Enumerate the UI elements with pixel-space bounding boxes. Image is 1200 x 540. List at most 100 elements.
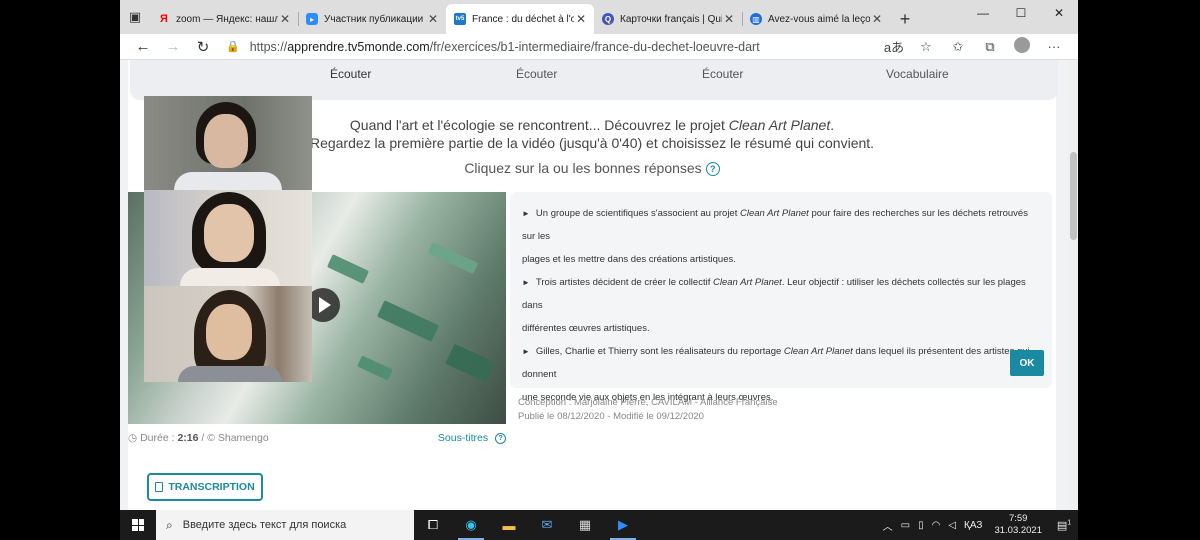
tray-chevron-icon[interactable]: ︿ <box>883 518 893 533</box>
participant-video-1 <box>144 96 312 190</box>
answer-option-1[interactable]: ► Un groupe de scientifiques s'associent … <box>522 202 1040 271</box>
taskbar-search[interactable]: ⌕ Введите здесь текст для поиска <box>156 510 414 540</box>
close-icon[interactable]: ✕ <box>278 12 292 26</box>
option-bullet-icon: ► <box>522 347 530 356</box>
usb-icon[interactable]: ▭ <box>901 520 910 531</box>
profile-avatar[interactable] <box>1006 37 1038 56</box>
tab-tv5monde[interactable]: tv5 France : du déchet à l'œu ✕ <box>446 4 594 34</box>
option-text: Un groupe de scientifiques s'associent a… <box>535 208 740 219</box>
tab-actions-icon[interactable]: ▣ <box>120 0 150 34</box>
forward-arrow-icon[interactable]: → <box>158 38 188 55</box>
ok-button[interactable]: OK <box>1010 350 1044 376</box>
tab-yandex[interactable]: Я zoom — Яндекс: нашлось ✕ <box>150 4 298 34</box>
video-meta: ◷ Durée : 2:16 / © Shamengo Sous-titres … <box>128 432 506 444</box>
url-field[interactable]: 🔒 https://apprendre.tv5monde.com/fr/exer… <box>218 36 878 58</box>
zoom-app-icon[interactable]: ▶ <box>604 510 642 540</box>
tab-title: Avez-vous aimé la leçon d <box>768 13 870 25</box>
document-icon <box>155 482 164 492</box>
edge-icon[interactable]: ◉ <box>452 510 490 540</box>
minimize-icon[interactable]: — <box>964 0 1002 26</box>
task-view-icon[interactable]: ⧠ <box>414 510 452 540</box>
subtitles-label: Sous-titres <box>437 432 489 444</box>
close-icon[interactable]: ✕ <box>722 12 736 26</box>
notification-count: 1 <box>1067 518 1072 526</box>
window-controls: — ☐ ✕ <box>964 0 1078 26</box>
help-icon[interactable]: ? <box>705 162 720 176</box>
subtitles-button[interactable]: Sous-titres ? <box>438 432 506 444</box>
intro-project-name: Clean Art Planet <box>728 117 831 133</box>
reload-icon[interactable]: ↻ <box>188 38 218 56</box>
windows-icon <box>132 519 144 531</box>
url-path: /fr/exercices/b1-intermediaire/france-du… <box>429 39 760 54</box>
option-project-name: Clean Art Planet <box>712 277 782 288</box>
video-duration: ◷ Durée : 2:16 / © Shamengo <box>128 432 269 444</box>
system-tray: ︿ ▭ ▯ ◠ ◁ ҚАЗ 7:59 31.03.2021 ▤1 <box>879 513 1078 537</box>
close-window-icon[interactable]: ✕ <box>1040 0 1078 26</box>
option-project-name: Clean Art Planet <box>783 346 853 357</box>
volume-icon[interactable]: ◁ <box>948 520 956 531</box>
option-text: plages et les mettre dans des créations … <box>522 254 736 265</box>
language-indicator[interactable]: ҚАЗ <box>964 520 982 531</box>
lock-icon[interactable]: 🔒 <box>226 40 240 53</box>
new-tab-button[interactable]: + <box>890 4 920 34</box>
collections-icon[interactable]: ⧉ <box>974 39 1006 55</box>
tab-title: France : du déchet à l'œu <box>472 13 574 25</box>
yandex-icon: Я <box>160 13 168 25</box>
step-2[interactable]: Écouter <box>516 67 557 81</box>
page-scrollbar[interactable] <box>1068 60 1078 510</box>
credits: Conception : Marjolaine Pierré, CAVILAM … <box>518 396 778 424</box>
credits-dates: Publié le 08/12/2020 - Modifié le 09/12/… <box>518 411 704 422</box>
option-text: Trois artistes décident de créer le coll… <box>535 277 713 288</box>
store-icon[interactable]: ▦ <box>566 510 604 540</box>
close-icon[interactable]: ✕ <box>574 12 588 26</box>
transcription-button[interactable]: TRANSCRIPTION <box>147 473 263 501</box>
mail-icon[interactable]: ✉ <box>528 510 566 540</box>
scrollbar-thumb[interactable] <box>1070 152 1077 240</box>
transcription-label: TRANSCRIPTION <box>168 481 255 493</box>
tab-title: Карточки français | Quizle <box>620 13 722 25</box>
back-arrow-icon[interactable]: ← <box>128 38 158 55</box>
taskbar: ⌕ Введите здесь текст для поиска ⧠ ◉ ▬ ✉… <box>120 510 1078 540</box>
option-text: différentes œuvres artistiques. <box>522 323 650 334</box>
option-project-name: Clean Art Planet <box>740 208 809 219</box>
close-icon[interactable]: ✕ <box>426 12 440 26</box>
favorite-add-icon[interactable]: ☆ <box>910 39 942 55</box>
duration-value: 2:16 <box>177 432 199 444</box>
tab-title: zoom — Яндекс: нашлось <box>176 13 278 25</box>
tab-survey[interactable]: ▥ Avez-vous aimé la leçon d ✕ <box>742 4 890 34</box>
start-button[interactable] <box>120 510 156 540</box>
movavi-logo-icon <box>796 463 848 515</box>
file-explorer-icon[interactable]: ▬ <box>490 510 528 540</box>
tab-bar: ▣ Я zoom — Яндекс: нашлось ✕ ▸ Участник … <box>120 0 1078 34</box>
step-4[interactable]: Vocabulaire <box>886 67 949 81</box>
close-icon[interactable]: ✕ <box>870 12 884 26</box>
url-host: apprendre.tv5monde.com <box>287 39 430 54</box>
notifications-icon[interactable]: ▤1 <box>1050 519 1078 532</box>
option-bullet-icon: ► <box>522 209 530 218</box>
more-icon[interactable]: ··· <box>1038 39 1070 54</box>
zoom-icon: ▸ <box>306 13 318 25</box>
clock-date: 31.03.2021 <box>994 525 1042 536</box>
credits-conception: Conception : Marjolaine Pierré, CAVILAM … <box>518 397 778 408</box>
exercise-steps: Écouter Écouter Écouter Vocabulaire <box>130 60 1058 100</box>
intro-line1: Quand l'art et l'écologie se rencontrent… <box>349 117 729 133</box>
clock-icon: ◷ <box>128 432 138 444</box>
step-3[interactable]: Écouter <box>702 67 743 81</box>
read-aloud-icon[interactable]: aあ <box>878 37 910 56</box>
chart-icon: ▥ <box>750 13 762 25</box>
tv5-icon: tv5 <box>454 13 466 25</box>
url-scheme: https:// <box>249 39 288 54</box>
wifi-icon[interactable]: ◠ <box>932 520 941 531</box>
quizlet-icon: Q <box>602 13 614 25</box>
step-1[interactable]: Écouter <box>330 67 371 81</box>
favorites-icon[interactable]: ✩ <box>942 39 974 55</box>
maximize-icon[interactable]: ☐ <box>1002 0 1040 26</box>
search-placeholder: Введите здесь текст для поиска <box>182 519 347 531</box>
answer-option-2[interactable]: ► Trois artistes décident de créer le col… <box>522 271 1040 340</box>
participant-video-2 <box>144 190 312 286</box>
tab-zoom[interactable]: ▸ Участник публикации - Z ✕ <box>298 4 446 34</box>
tab-quizlet[interactable]: Q Карточки français | Quizle ✕ <box>594 4 742 34</box>
battery-icon[interactable]: ▯ <box>918 520 924 531</box>
option-bullet-icon: ► <box>522 278 530 287</box>
clock[interactable]: 7:59 31.03.2021 <box>994 513 1042 537</box>
